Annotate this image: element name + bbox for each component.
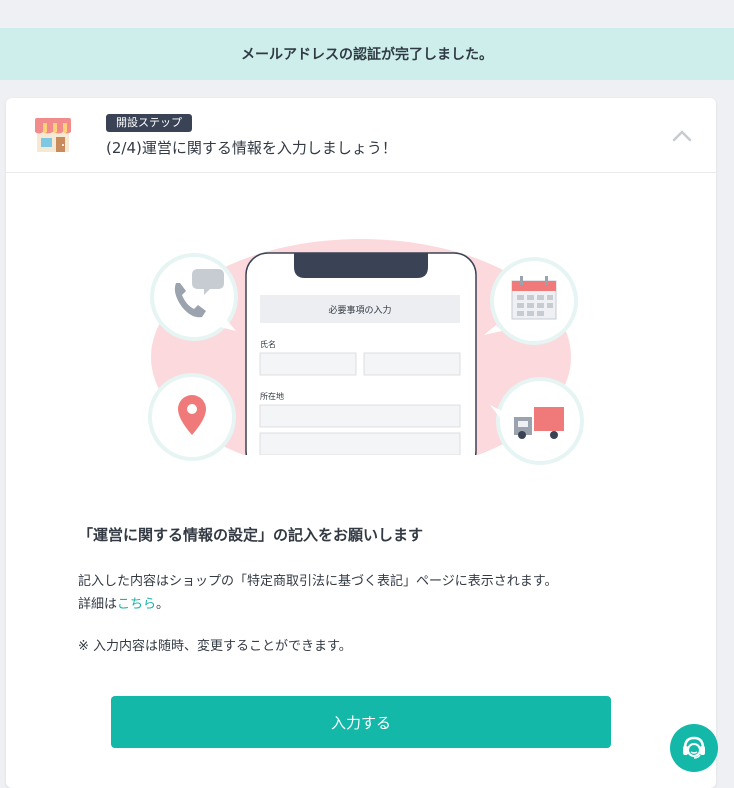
step-title: (2/4)運営に関する情報を入力しましょう！ (106, 139, 397, 157)
name-field-label: 氏名 (260, 339, 276, 349)
description-line: 記入した内容はショップの「特定商取引法に基づく表記」ページに表示されます。 (78, 574, 558, 589)
verification-banner: メールアドレスの認証が完了しました。 (0, 28, 734, 80)
shop-icon (35, 118, 71, 152)
location-pin-icon (148, 373, 236, 461)
details-suffix: 。 (156, 597, 170, 612)
input-button[interactable]: 入力する (111, 696, 611, 748)
details-prefix: 詳細は (78, 597, 118, 612)
setup-illustration: 必要事項の入力 氏名 所在地 (148, 239, 584, 471)
address-field-label: 所在地 (260, 391, 284, 401)
form-header-label: 必要事項の入力 (328, 304, 391, 316)
edit-note: ※ 入力内容は随時、変更することができます。 (78, 639, 352, 654)
support-chat-button[interactable] (670, 724, 718, 772)
description: 記入した内容はショップの「特定商取引法に基づく表記」ページに表示されます。 詳細… (78, 570, 557, 616)
step-badge: 開設ステップ (106, 114, 192, 132)
card-header[interactable]: 開設ステップ (2/4)運営に関する情報を入力しましょう！ (6, 98, 716, 173)
banner-message: メールアドレスの認証が完了しました。 (241, 47, 493, 63)
smartphone-illustration: 必要事項の入力 氏名 所在地 (236, 252, 486, 471)
support-agent-icon (683, 736, 705, 759)
details-link[interactable]: こちら (117, 597, 156, 612)
section-title: 「運営に関する情報の設定」の記入をお願いします (78, 526, 424, 544)
description-details-line: 詳細はこちら。 (78, 593, 557, 616)
chevron-up-icon[interactable] (670, 125, 694, 145)
setup-step-card: 開設ステップ (2/4)運営に関する情報を入力しましょう！ 必要事項の入力 氏名… (6, 98, 716, 788)
phone-icon (150, 253, 238, 341)
